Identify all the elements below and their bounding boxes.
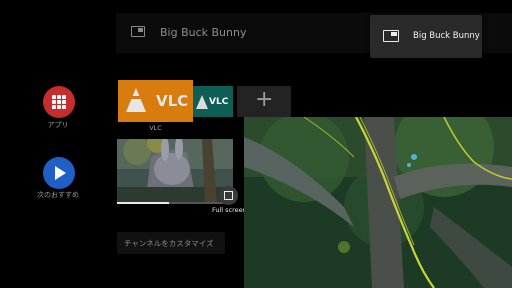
pip-video-title: Big Buck Bunny	[413, 31, 480, 41]
play-icon	[55, 166, 66, 180]
vlc-app-label: VLC	[149, 124, 162, 132]
picture-in-picture-button[interactable]: Big Buck Bunny	[370, 15, 482, 58]
preview-progress-fill	[117, 202, 170, 204]
forest-vines-video-frame	[244, 117, 512, 288]
recommendations-label: 次のおすすめ	[37, 191, 79, 199]
vlc-tile-text: VLC	[156, 92, 189, 110]
picture-in-picture-icon	[131, 26, 145, 37]
vlc-cone-icon	[196, 95, 208, 109]
add-app-button[interactable]: +	[237, 86, 291, 117]
vlc-app-tile[interactable]: VLC	[118, 80, 193, 122]
apps-label: アプリ	[47, 121, 69, 129]
fullscreen-icon	[224, 191, 233, 200]
preview-progress-bar	[117, 202, 233, 204]
video-preview-thumbnail[interactable]	[117, 139, 233, 204]
customize-channels-button[interactable]: チャンネルをカスタマイズ	[117, 232, 225, 254]
picture-in-picture-icon	[383, 30, 399, 42]
customize-channels-label: チャンネルをカスタマイズ	[124, 239, 214, 248]
plus-icon: +	[255, 87, 274, 112]
vlc-cone-icon	[126, 88, 146, 112]
search-bar-title: Big Buck Bunny	[160, 26, 247, 39]
apps-button[interactable]	[43, 86, 75, 118]
fullscreen-label: Full screen	[212, 206, 247, 214]
vlc-channel-tile-text: VLC	[209, 97, 229, 107]
bunny-forest-thumbnail-image	[117, 139, 233, 204]
picture-in-picture-video[interactable]	[244, 117, 512, 288]
recommendations-button[interactable]	[43, 157, 75, 189]
vlc-channel-tile[interactable]: VLC	[193, 86, 233, 117]
fullscreen-button[interactable]	[219, 186, 238, 205]
apps-grid-icon	[52, 95, 66, 109]
